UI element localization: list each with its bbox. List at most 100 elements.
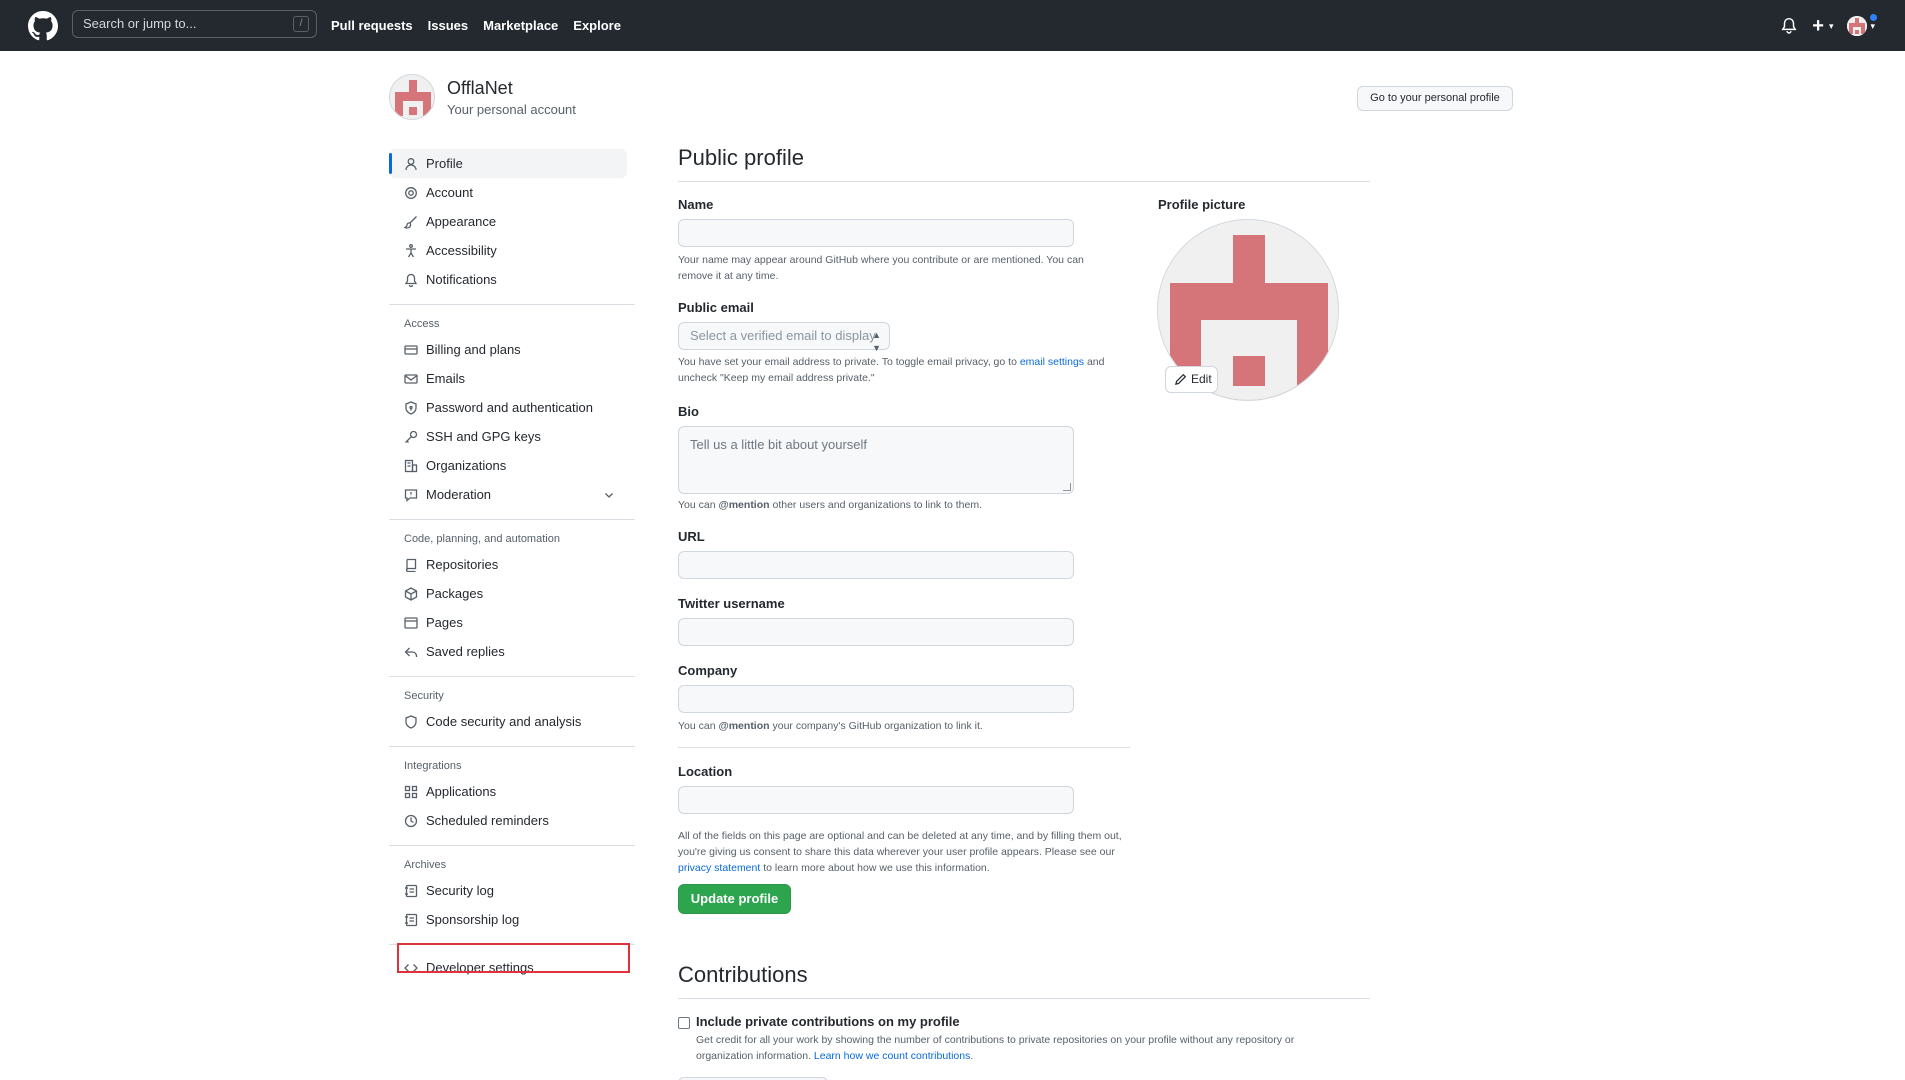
- name-note: Your name may appear around GitHub where…: [678, 254, 1084, 282]
- sidebar-item-organizations[interactable]: Organizations: [389, 451, 635, 480]
- sidebar-item-code-security[interactable]: Code security and analysis: [389, 707, 635, 736]
- create-new-menu[interactable]: + ▾: [1812, 16, 1833, 36]
- key-icon: [405, 430, 418, 443]
- person-icon: [405, 157, 417, 170]
- bio-placeholder: Tell us a little bit about yourself: [690, 437, 868, 452]
- private-contributions-note-end: .: [970, 1050, 974, 1062]
- repo-icon: [405, 558, 417, 572]
- search-shortcut-key: /: [293, 16, 309, 32]
- sidebar-item-label: Security log: [426, 883, 494, 898]
- sidebar-item-label: Applications: [426, 784, 497, 799]
- sidebar-item-moderation[interactable]: Moderation: [389, 480, 635, 509]
- sidebar-item-account[interactable]: Account: [389, 178, 635, 207]
- location-label: Location: [678, 764, 733, 779]
- sidebar-item-appearance[interactable]: Appearance: [389, 207, 635, 236]
- sidebar-item-password[interactable]: Password and authentication: [389, 393, 635, 422]
- top-header: Search or jump to... / Pull requests Iss…: [0, 0, 1905, 51]
- private-contributions-note-text: Get credit for all your work by showing …: [696, 1034, 1295, 1062]
- sidebar-item-label: Sponsorship log: [426, 912, 520, 927]
- company-note-text-end: your company's GitHub organization to li…: [769, 720, 983, 732]
- credit-card-icon: [404, 344, 418, 355]
- public-email-label: Public email: [678, 300, 754, 315]
- bell-icon: [404, 273, 418, 287]
- top-nav: Pull requests Issues Marketplace Explore: [331, 0, 621, 51]
- nav-issues[interactable]: Issues: [428, 18, 468, 33]
- sidebar-item-emails[interactable]: Emails: [389, 364, 635, 393]
- sidebar-item-repositories[interactable]: Repositories: [389, 550, 635, 579]
- sidebar-item-label: Code security and analysis: [426, 714, 582, 729]
- bio-textarea[interactable]: Tell us a little bit about yourself: [678, 426, 1074, 494]
- highlight-box: [397, 943, 630, 973]
- company-field[interactable]: [678, 685, 1074, 713]
- learn-contributions-link[interactable]: Learn how we count contributions: [814, 1050, 970, 1062]
- sidebar-item-saved-replies[interactable]: Saved replies: [389, 637, 635, 666]
- update-profile-button[interactable]: Update profile: [678, 884, 791, 914]
- url-label: URL: [678, 529, 705, 544]
- sidebar-divider: [389, 519, 635, 520]
- sidebar-item-scheduled-reminders[interactable]: Scheduled reminders: [389, 806, 635, 835]
- title-divider: [678, 998, 1370, 999]
- section-divider: [678, 747, 1130, 748]
- resize-grip-icon[interactable]: [1063, 483, 1071, 491]
- mail-icon: [404, 373, 418, 384]
- unread-indicator: [1869, 13, 1878, 22]
- user-menu[interactable]: ▾: [1847, 13, 1878, 36]
- sidebar-item-label: Billing and plans: [426, 342, 521, 357]
- email-settings-link[interactable]: email settings: [1020, 356, 1084, 368]
- bio-note-text: You can: [678, 499, 719, 511]
- private-contributions-label[interactable]: Include private contributions on my prof…: [696, 1014, 960, 1029]
- accessibility-icon: [406, 243, 416, 257]
- sidebar-item-packages[interactable]: Packages: [389, 579, 635, 608]
- public-email-select[interactable]: Select a verified email to display ▲ ▼: [678, 322, 890, 353]
- sidebar-item-label: Saved replies: [426, 644, 505, 659]
- search-placeholder: Search or jump to...: [83, 16, 197, 31]
- bio-label: Bio: [678, 404, 699, 419]
- name-label: Name: [678, 197, 714, 212]
- nav-marketplace[interactable]: Marketplace: [483, 18, 558, 33]
- pencil-icon: [1175, 373, 1187, 385]
- sidebar-item-security-log[interactable]: Security log: [389, 876, 635, 905]
- name-field[interactable]: [678, 219, 1074, 247]
- edit-profile-picture-button[interactable]: Edit: [1165, 366, 1218, 393]
- public-email-select-value: Select a verified email to display: [690, 328, 876, 343]
- go-to-personal-profile-button[interactable]: Go to your personal profile: [1357, 86, 1513, 111]
- gear-icon: [405, 186, 417, 199]
- sidebar-item-label: Appearance: [426, 214, 497, 229]
- sidebar-item-notifications[interactable]: Notifications: [389, 265, 635, 294]
- sidebar-heading-integrations: Integrations: [404, 760, 462, 772]
- sidebar-item-billing[interactable]: Billing and plans: [389, 335, 635, 364]
- sidebar-heading-access: Access: [404, 318, 440, 330]
- private-contributions-note: Get credit for all your work by showing …: [696, 1032, 1346, 1064]
- sidebar-divider: [389, 304, 635, 305]
- log-icon: [405, 913, 418, 926]
- private-contributions-checkbox[interactable]: [678, 1017, 690, 1029]
- privacy-statement-link[interactable]: privacy statement: [678, 862, 760, 874]
- twitter-field[interactable]: [678, 618, 1074, 646]
- sidebar-divider: [389, 845, 635, 846]
- bio-note-text-end: other users and organizations to link to…: [769, 499, 983, 511]
- public-profile-title: Public profile: [678, 145, 804, 170]
- user-avatar: [1847, 16, 1868, 36]
- url-field[interactable]: [678, 551, 1074, 579]
- sidebar-item-applications[interactable]: Applications: [389, 777, 635, 806]
- sidebar-item-accessibility[interactable]: Accessibility: [389, 236, 635, 265]
- sidebar-item-label: SSH and GPG keys: [426, 429, 541, 444]
- settings-sidebar: Profile Account Appearance Accessibility…: [389, 149, 635, 982]
- sidebar-item-pages[interactable]: Pages: [389, 608, 635, 637]
- sidebar-item-ssh-keys[interactable]: SSH and GPG keys: [389, 422, 635, 451]
- sidebar-item-profile[interactable]: Profile: [389, 149, 627, 178]
- search-input[interactable]: Search or jump to... /: [72, 10, 317, 38]
- select-arrows-icon: ▲ ▼: [872, 330, 881, 353]
- nav-explore[interactable]: Explore: [573, 18, 621, 33]
- notifications-bell-icon[interactable]: [1780, 17, 1798, 35]
- chevron-down-icon[interactable]: [603, 489, 615, 501]
- caret-down-icon: ▾: [1870, 20, 1875, 31]
- mention-text: @mention: [718, 499, 770, 511]
- nav-pull-requests[interactable]: Pull requests: [331, 18, 413, 33]
- contributions-title: Contributions: [678, 962, 808, 987]
- title-divider: [678, 181, 1370, 182]
- sidebar-item-sponsorship-log[interactable]: Sponsorship log: [389, 905, 635, 934]
- github-logo-icon[interactable]: [28, 11, 58, 41]
- location-field[interactable]: [678, 786, 1074, 814]
- sidebar-divider: [389, 746, 635, 747]
